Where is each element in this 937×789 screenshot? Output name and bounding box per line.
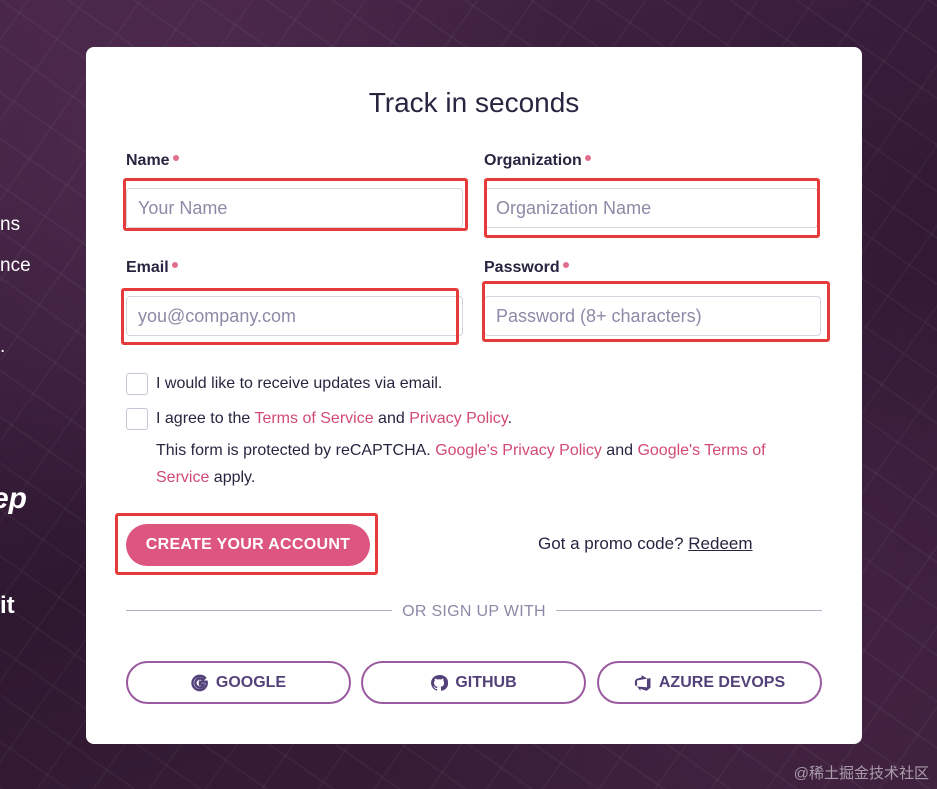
google-privacy-policy-link[interactable]: Google's Privacy Policy [435, 442, 602, 459]
azure-devops-button-label: AZURE DEVOPS [658, 673, 786, 691]
google-button-label: GOOGLE [215, 673, 287, 691]
privacy-policy-link[interactable]: Privacy Policy [409, 410, 507, 427]
name-label-text: Name [126, 152, 170, 169]
github-icon [431, 674, 449, 691]
recaptcha-prefix: This form is protected by reCAPTCHA. [156, 442, 436, 459]
required-dot-icon [172, 155, 179, 161]
signup-card: Track in seconds Name Organization Email… [86, 47, 862, 744]
google-icon [191, 674, 208, 691]
recaptcha-suffix: apply. [209, 469, 256, 486]
password-field[interactable] [484, 296, 821, 336]
redeem-link[interactable]: Redeem [688, 534, 752, 553]
divider-text: OR SIGN UP WITH [402, 603, 546, 620]
organization-label-text: Organization [484, 152, 582, 169]
updates-checkbox-label: I would like to receive updates via emai… [156, 375, 443, 392]
password-label: Password [484, 259, 569, 277]
terms-suffix: . [507, 410, 513, 427]
terms-of-service-link[interactable]: Terms of Service [254, 410, 373, 427]
promo-code: Got a promo code? Redeem [538, 534, 753, 554]
github-button-label: GITHUB [455, 673, 517, 691]
name-label: Name [126, 152, 179, 170]
organization-label: Organization [484, 152, 591, 170]
terms-checkbox[interactable] [126, 408, 148, 430]
terms-and: and [373, 410, 410, 427]
azure-devops-signup-button[interactable]: AZURE DEVOPS [597, 661, 822, 704]
updates-checkbox[interactable] [126, 373, 148, 395]
promo-text: Got a promo code? [538, 534, 689, 553]
required-dot-icon [562, 262, 569, 268]
required-dot-icon [584, 155, 591, 161]
background-text-fragment: . [0, 336, 6, 357]
terms-checkbox-label: I agree to the Terms of Service and Priv… [156, 410, 512, 428]
name-field[interactable] [126, 188, 463, 228]
background-text-fragment: it [0, 592, 15, 619]
required-dot-icon [171, 262, 178, 268]
azure-devops-icon [634, 674, 651, 691]
watermark: @稀土掘金技术社区 [793, 765, 929, 782]
github-signup-button[interactable]: GITHUB [361, 661, 586, 704]
background-text-fragment: ns [0, 214, 21, 235]
email-label-text: Email [126, 259, 169, 276]
google-signup-button[interactable]: GOOGLE [126, 661, 351, 704]
email-field[interactable] [126, 296, 463, 336]
background-text-fragment: ep [0, 482, 28, 515]
password-label-text: Password [484, 259, 560, 276]
form-title: Track in seconds [368, 87, 580, 118]
recaptcha-notice: This form is protected by reCAPTCHA. Goo… [156, 437, 821, 491]
recaptcha-and: and [601, 442, 638, 459]
background-text-fragment: nce [0, 255, 31, 276]
email-label: Email [126, 259, 178, 277]
create-account-button[interactable]: CREATE YOUR ACCOUNT [126, 524, 370, 566]
organization-field[interactable] [484, 188, 818, 228]
terms-prefix: I agree to the [156, 410, 255, 427]
